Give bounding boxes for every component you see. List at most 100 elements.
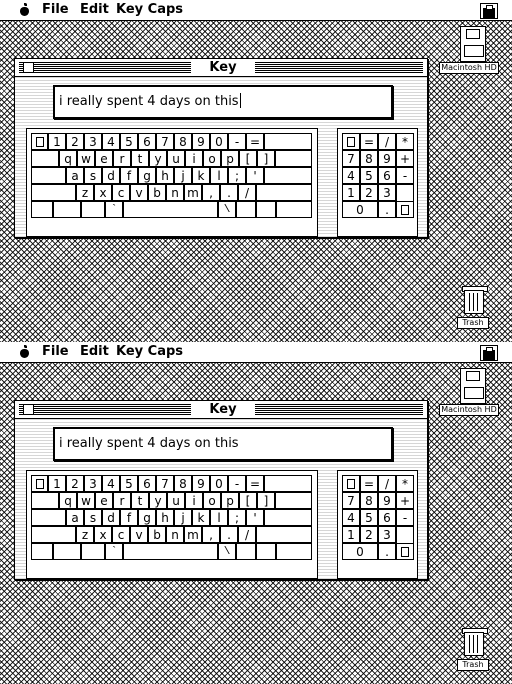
- key-minus[interactable]: -: [228, 133, 246, 150]
- keypad-multiply[interactable]: *: [396, 133, 414, 150]
- key-semicolon[interactable]: ;: [228, 509, 246, 526]
- trash-icon[interactable]: [462, 628, 488, 658]
- key-y[interactable]: y: [149, 492, 167, 509]
- key-caps-lock[interactable]: [31, 509, 66, 526]
- key-backslash[interactable]: \: [218, 543, 236, 560]
- key-l[interactable]: l: [210, 509, 228, 526]
- application-menu-icon[interactable]: [480, 345, 498, 361]
- key-a[interactable]: a: [66, 509, 84, 526]
- key-t[interactable]: t: [131, 492, 149, 509]
- key-0[interactable]: 0: [210, 133, 228, 150]
- key-option[interactable]: [31, 543, 53, 560]
- key-f[interactable]: f: [120, 167, 138, 184]
- keypad-6[interactable]: 6: [378, 167, 396, 184]
- keypad-divide[interactable]: /: [378, 133, 396, 150]
- menu-edit[interactable]: Edit: [80, 344, 109, 360]
- key-right-shift[interactable]: [256, 526, 312, 543]
- menu-key-caps[interactable]: Key Caps: [116, 344, 183, 360]
- key-o[interactable]: o: [203, 492, 221, 509]
- key-f[interactable]: f: [120, 509, 138, 526]
- typed-text-display[interactable]: i really spent 4 days on this: [53, 85, 393, 119]
- key-blank-row1[interactable]: [264, 475, 312, 492]
- key-e[interactable]: e: [95, 150, 113, 167]
- hard-disk-label[interactable]: Macintosh HD: [439, 404, 499, 416]
- key-3[interactable]: 3: [84, 475, 102, 492]
- menu-file[interactable]: File: [42, 2, 69, 18]
- key-space[interactable]: [123, 201, 218, 218]
- key-right-control[interactable]: [236, 543, 256, 560]
- key-space[interactable]: [123, 543, 218, 560]
- key-comma[interactable]: ,: [202, 526, 220, 543]
- key-equals[interactable]: =: [246, 133, 264, 150]
- key-m[interactable]: m: [184, 184, 202, 201]
- keypad-bottom-box[interactable]: [396, 201, 414, 218]
- key-x[interactable]: x: [94, 184, 112, 201]
- key-0[interactable]: 0: [210, 475, 228, 492]
- key-u[interactable]: u: [167, 150, 185, 167]
- keypad-clear[interactable]: [342, 133, 360, 150]
- key-1[interactable]: 1: [48, 133, 66, 150]
- keypad-9[interactable]: 9: [378, 492, 396, 509]
- typed-text-display[interactable]: i really spent 4 days on this: [53, 427, 393, 461]
- key-o[interactable]: o: [203, 150, 221, 167]
- key-w[interactable]: w: [77, 492, 95, 509]
- key-4[interactable]: 4: [102, 475, 120, 492]
- key-return[interactable]: [264, 167, 312, 184]
- key-8[interactable]: 8: [174, 475, 192, 492]
- keypad-plus[interactable]: +: [396, 492, 414, 509]
- key-comma[interactable]: ,: [202, 184, 220, 201]
- key-l[interactable]: l: [210, 167, 228, 184]
- key-5[interactable]: 5: [120, 133, 138, 150]
- key-g[interactable]: g: [138, 509, 156, 526]
- key-9[interactable]: 9: [192, 475, 210, 492]
- keypad-5[interactable]: 5: [360, 509, 378, 526]
- key-c[interactable]: c: [112, 526, 130, 543]
- keypad-clear[interactable]: [342, 475, 360, 492]
- key-tab[interactable]: [31, 150, 59, 167]
- key-x[interactable]: x: [94, 526, 112, 543]
- menu-key-caps[interactable]: Key Caps: [116, 2, 183, 18]
- key-2[interactable]: 2: [66, 133, 84, 150]
- keypad-minus[interactable]: -: [396, 167, 414, 184]
- close-box-icon[interactable]: [23, 62, 34, 73]
- application-menu-icon[interactable]: [480, 3, 498, 19]
- key-caps-lock[interactable]: [31, 167, 66, 184]
- hard-disk-label[interactable]: Macintosh HD: [439, 62, 499, 74]
- key-semicolon[interactable]: ;: [228, 167, 246, 184]
- keypad-divide[interactable]: /: [378, 475, 396, 492]
- window-titlebar[interactable]: Key Caps: [15, 401, 427, 434]
- key-5[interactable]: 5: [120, 475, 138, 492]
- key-left-shift[interactable]: [31, 526, 76, 543]
- keypad-8[interactable]: 8: [360, 150, 378, 167]
- key-1[interactable]: 1: [48, 475, 66, 492]
- key-backtick[interactable]: `: [105, 543, 123, 560]
- key-y[interactable]: y: [149, 150, 167, 167]
- key-blank-row2[interactable]: [275, 492, 312, 509]
- keypad-equals[interactable]: =: [360, 475, 378, 492]
- key-7[interactable]: 7: [156, 475, 174, 492]
- keypad-decimal[interactable]: .: [378, 543, 396, 560]
- key-2[interactable]: 2: [66, 475, 84, 492]
- key-left-bracket[interactable]: [: [239, 150, 257, 167]
- key-return[interactable]: [264, 509, 312, 526]
- trash-label[interactable]: Trash: [457, 659, 489, 671]
- key-tab[interactable]: [31, 492, 59, 509]
- keypad-8[interactable]: 8: [360, 492, 378, 509]
- keypad-4[interactable]: 4: [342, 167, 360, 184]
- key-left-bracket[interactable]: [: [239, 492, 257, 509]
- trash-icon[interactable]: [462, 286, 488, 316]
- key-i[interactable]: i: [185, 150, 203, 167]
- key-right-option[interactable]: [256, 543, 276, 560]
- keypad-2[interactable]: 2: [360, 184, 378, 201]
- menu-file[interactable]: File: [42, 344, 69, 360]
- keypad-equals[interactable]: =: [360, 133, 378, 150]
- key-w[interactable]: w: [77, 150, 95, 167]
- key-7[interactable]: 7: [156, 133, 174, 150]
- key-period[interactable]: .: [220, 526, 238, 543]
- key-v[interactable]: v: [130, 526, 148, 543]
- hard-disk-icon[interactable]: [460, 368, 486, 404]
- key-option[interactable]: [31, 201, 53, 218]
- keypad-7[interactable]: 7: [342, 150, 360, 167]
- keypad-3[interactable]: 3: [378, 526, 396, 543]
- key-n[interactable]: n: [166, 184, 184, 201]
